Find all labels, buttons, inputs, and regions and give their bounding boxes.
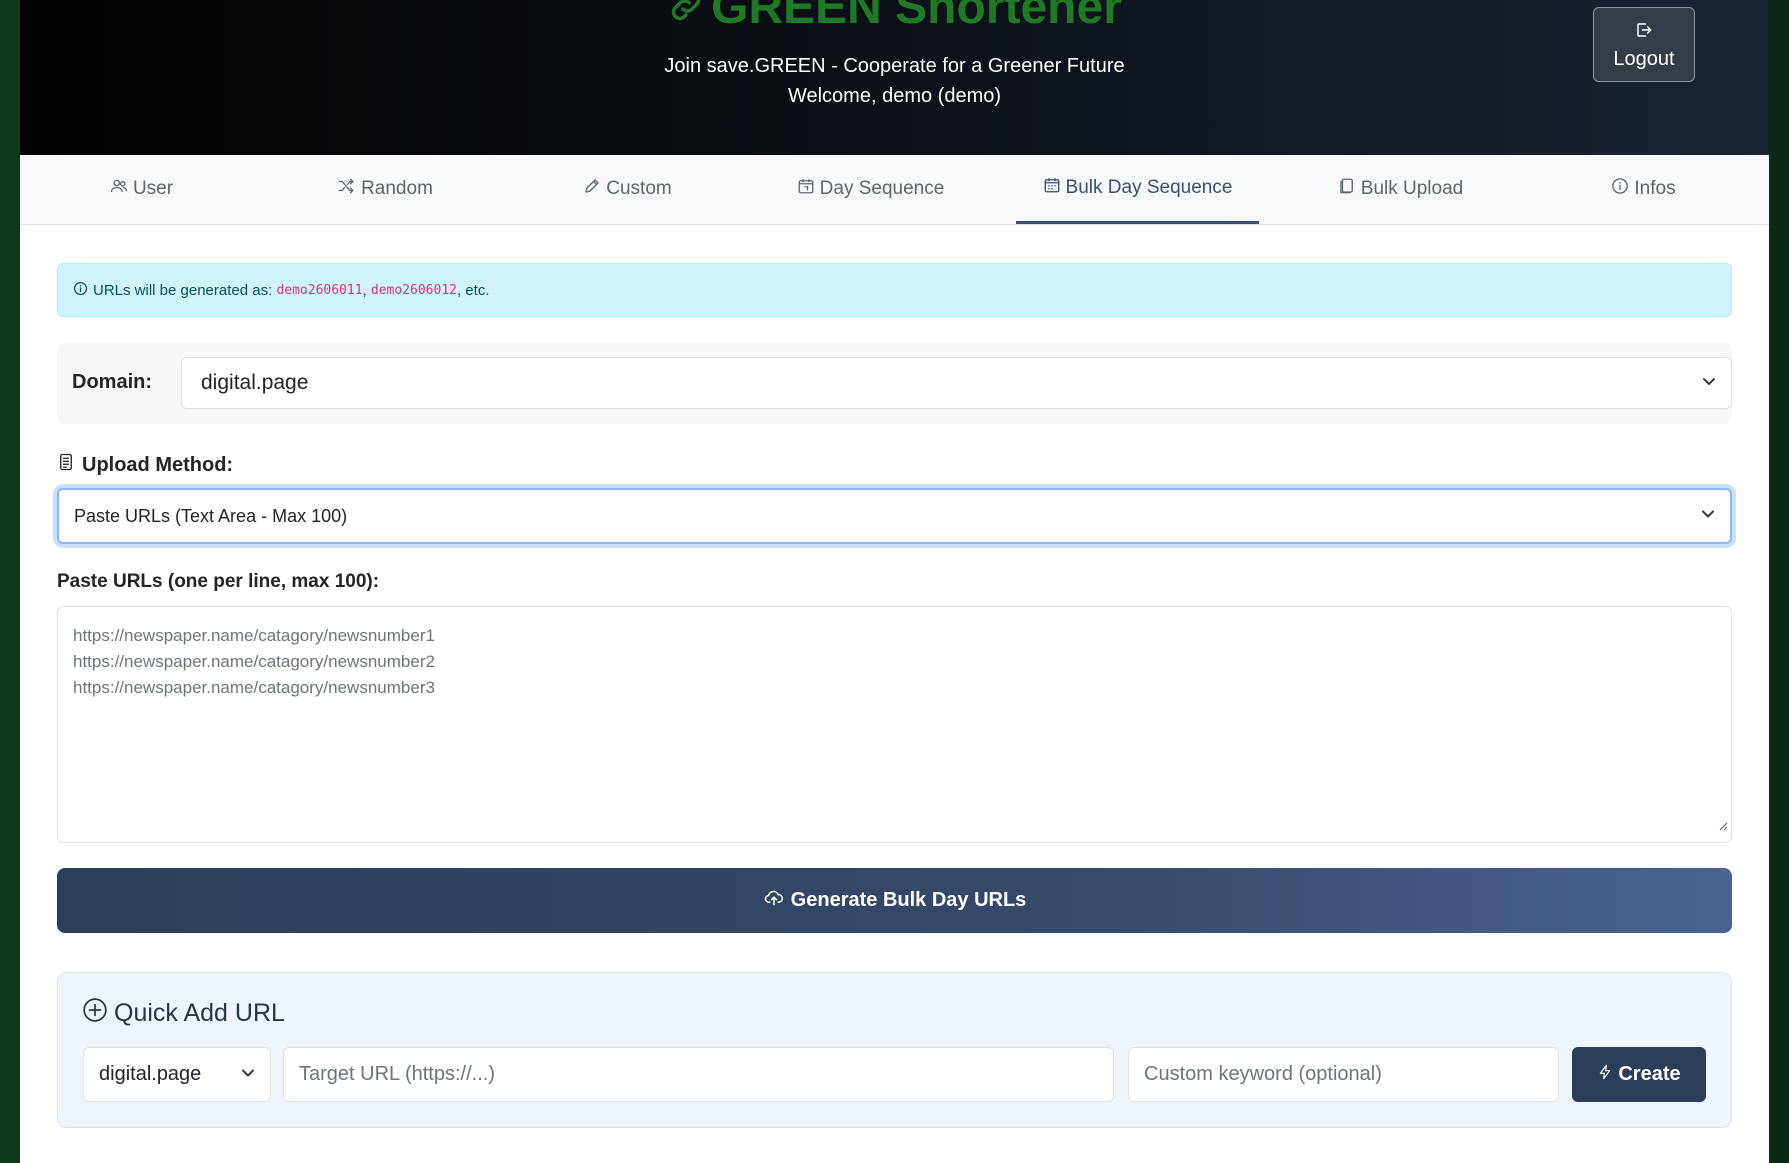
example-code-2: demo2606012 <box>370 282 457 298</box>
upload-method-label: Upload Method: <box>57 452 233 478</box>
alert-prefix: URLs will be generated as: <box>93 281 273 299</box>
generate-bulk-day-urls-button[interactable]: Generate Bulk Day URLs <box>57 868 1732 933</box>
tab-label: Bulk Day Sequence <box>1065 177 1233 198</box>
tab-random[interactable]: Random <box>263 155 506 223</box>
create-label: Create <box>1618 1063 1681 1085</box>
tagline: Join save.GREEN - Cooperate for a Greene… <box>664 55 1125 77</box>
info-circle-icon <box>73 281 93 300</box>
custom-keyword-input[interactable] <box>1128 1047 1559 1102</box>
domain-select-value: digital.page <box>201 371 309 394</box>
alert-suffix: , etc. <box>456 281 490 299</box>
tab-day-sequence[interactable]: Day Sequence <box>749 155 992 223</box>
domain-select[interactable]: digital.page <box>181 357 1732 409</box>
tab-bar: User Random Custom Day Sequence Bulk Day… <box>20 155 1769 225</box>
tab-user[interactable]: User <box>20 155 263 223</box>
cloud-upload-icon <box>763 888 791 914</box>
welcome-text: Welcome, demo (demo) <box>787 85 1002 107</box>
tab-label: Custom <box>606 178 672 199</box>
upload-method-text: Upload Method: <box>82 453 234 476</box>
create-button[interactable]: Create <box>1572 1047 1706 1102</box>
chevron-down-icon <box>240 1063 256 1086</box>
app-container: GREEN Shortener Join save.GREEN - Cooper… <box>20 0 1769 1163</box>
example-code-1: demo2606011 <box>276 282 363 298</box>
domain-card: Domain: digital.page <box>57 343 1732 424</box>
logout-icon <box>1594 21 1694 45</box>
generate-label: Generate Bulk Day URLs <box>790 889 1027 911</box>
quick-domain-value: digital.page <box>99 1063 202 1085</box>
link-icon <box>667 0 705 40</box>
info-circle-icon <box>1611 177 1634 201</box>
pencil-icon <box>583 177 606 201</box>
alert-separator: , <box>362 281 367 299</box>
url-line: https://newspaper.name/catagory/newsnumb… <box>73 678 435 697</box>
quick-domain-select[interactable]: digital.page <box>83 1047 271 1102</box>
files-icon <box>1338 177 1361 201</box>
url-line: https://newspaper.name/catagory/newsnumb… <box>73 626 435 645</box>
tab-custom[interactable]: Custom <box>506 155 749 223</box>
lightning-icon <box>1597 1062 1618 1088</box>
tab-bulk-upload[interactable]: Bulk Upload <box>1279 155 1522 223</box>
tab-infos[interactable]: Infos <box>1522 155 1765 223</box>
brand-text: GREEN Shortener <box>711 0 1122 34</box>
users-icon <box>110 177 133 201</box>
logout-label: Logout <box>1613 48 1675 70</box>
paste-urls-textarea[interactable]: https://newspaper.name/catagory/newsnumb… <box>57 606 1732 843</box>
tab-label: User <box>132 178 174 199</box>
tab-label: Bulk Upload <box>1360 178 1464 199</box>
tab-label: Random <box>361 178 433 199</box>
calendar-day-icon <box>797 177 820 201</box>
file-text-icon <box>57 452 82 478</box>
info-alert: URLs will be generated as: demo2606011 , … <box>57 263 1732 317</box>
tab-label: Day Sequence <box>819 178 945 199</box>
target-url-input[interactable] <box>283 1047 1114 1102</box>
url-line: https://newspaper.name/catagory/newsnumb… <box>73 652 435 671</box>
tab-label: Infos <box>1634 178 1676 199</box>
quick-add-title-text: Quick Add URL <box>114 999 285 1027</box>
chevron-down-icon <box>1700 506 1716 527</box>
app-header: GREEN Shortener Join save.GREEN - Cooper… <box>20 0 1769 155</box>
quick-add-title: Quick Add URL <box>82 997 285 1030</box>
tab-bulk-day-sequence[interactable]: Bulk Day Sequence <box>1016 155 1259 224</box>
plus-circle-icon <box>82 997 114 1030</box>
shuffle-icon <box>336 177 361 201</box>
quick-add-card: Quick Add URL digital.page Create <box>57 972 1732 1128</box>
resize-handle-icon[interactable] <box>1718 813 1728 839</box>
domain-label: Domain: <box>72 371 152 393</box>
paste-urls-label: Paste URLs (one per line, max 100): <box>57 571 380 592</box>
page-background <box>1769 0 1789 1163</box>
upload-method-select[interactable]: Paste URLs (Text Area - Max 100) <box>57 488 1732 544</box>
upload-method-value: Paste URLs (Text Area - Max 100) <box>74 505 348 526</box>
calendar-week-icon <box>1043 176 1066 200</box>
logout-button[interactable]: Logout <box>1593 7 1695 82</box>
chevron-down-icon <box>1701 371 1717 395</box>
brand-title: GREEN Shortener <box>20 0 1769 40</box>
